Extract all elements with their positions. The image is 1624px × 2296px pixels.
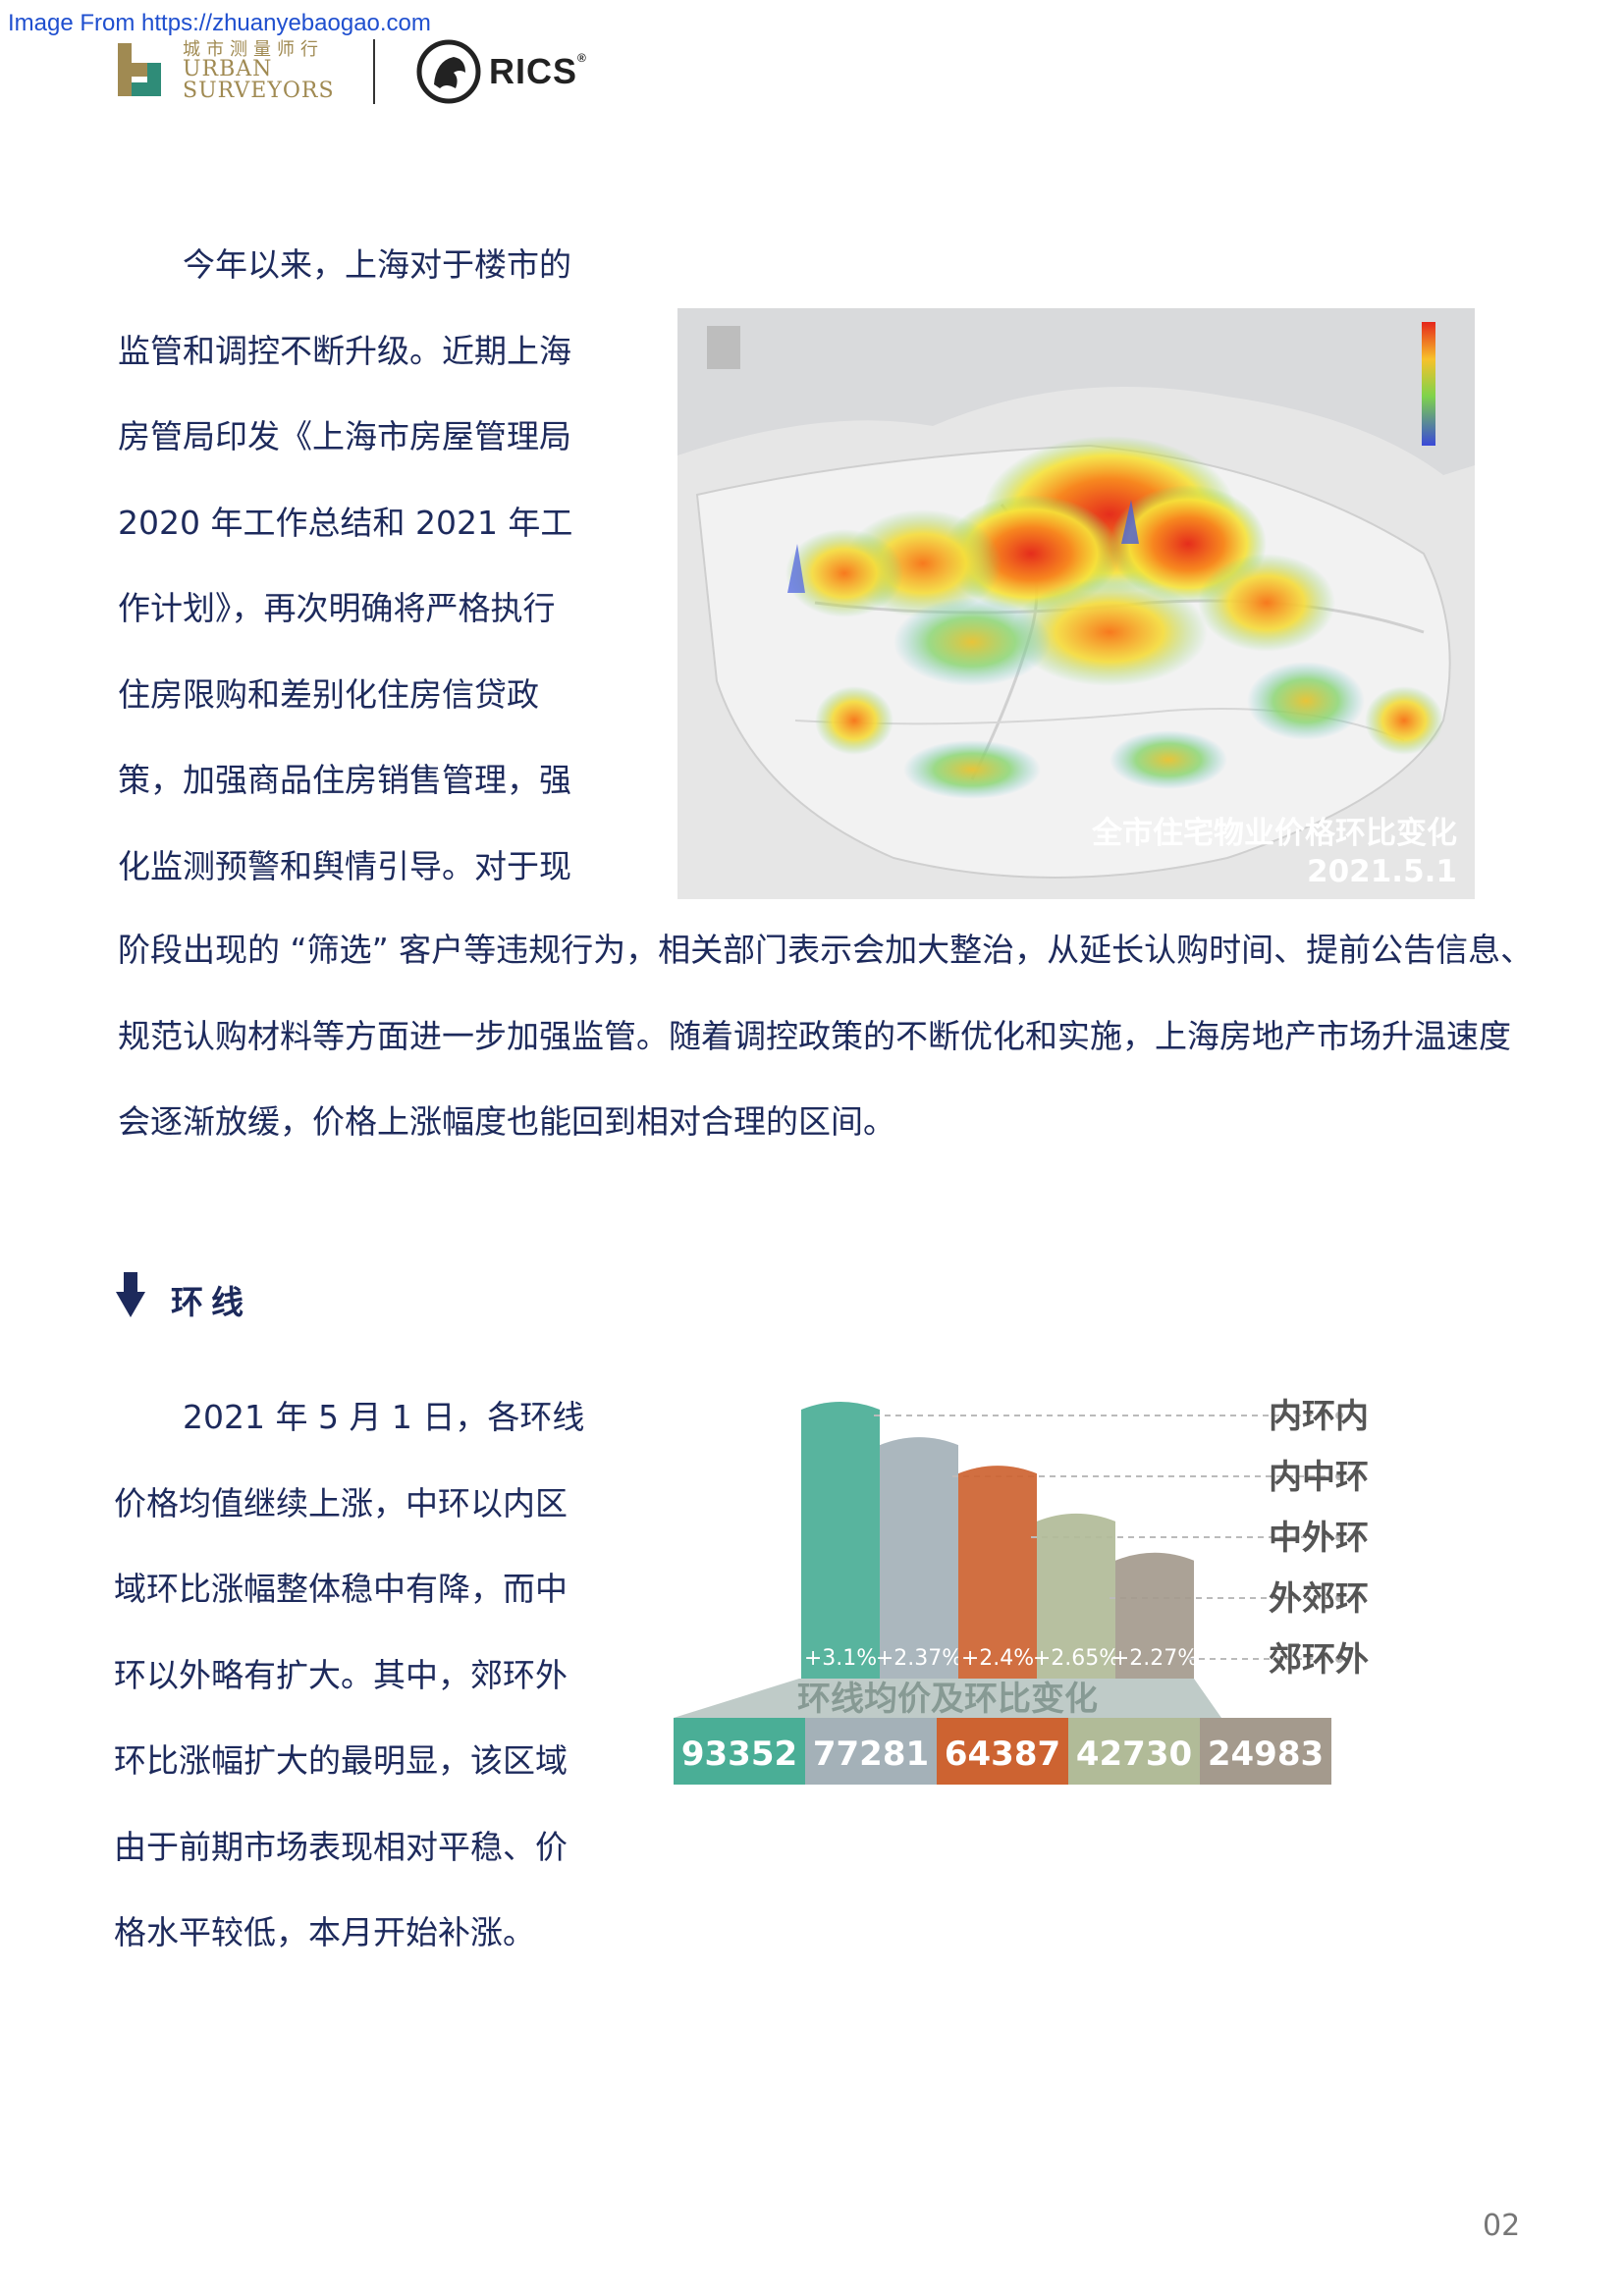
intro-line: 房管局印发《上海市房屋管理局 — [118, 417, 571, 455]
intro-line: 化监测预警和舆情引导。对于现 — [118, 846, 571, 885]
ring-line: 格水平较低，本月开始补涨。 — [114, 1913, 535, 1951]
price-heatmap-image: 全市住宅物业价格环比变化 2021.5.1 — [677, 308, 1475, 899]
mom-change-label: +2.4% — [961, 1646, 1034, 1671]
price-value: 93352 — [681, 1735, 797, 1774]
rics-registered: ® — [577, 51, 587, 65]
source-url: Image From https://zhuanyebaogao.com — [8, 10, 431, 36]
logo-divider — [373, 39, 375, 104]
price-value: 24983 — [1208, 1735, 1324, 1774]
arrow-down-icon — [116, 1272, 145, 1317]
intro-full-line: 规范认购材料等方面进一步加强监管。随着调控政策的不断优化和实施，上海房地产市场升… — [118, 1016, 1511, 1055]
intro-line: 2020 年工作总结和 2021 年工 — [118, 503, 573, 542]
intro-line: 作计划》，再次明确将严格执行 — [118, 589, 556, 627]
mom-change-label: +2.65% — [1033, 1646, 1119, 1671]
legend-label: 郊环外 — [1269, 1640, 1369, 1680]
legend-label: 外郊环 — [1269, 1579, 1369, 1619]
intro-full-line: 阶段出现的 “筛选” 客户等违规行为，相关部门表示会加大整治，从延长认购时间、提… — [118, 931, 1534, 969]
rics-lion-icon — [416, 39, 481, 104]
legend-label: 内中环 — [1269, 1458, 1369, 1497]
intro-line: 策，加强商品住房销售管理，强 — [118, 761, 571, 799]
intro-line: 住房限购和差别化住房信贷政 — [118, 674, 539, 714]
intro-line: 监管和调控不断升级。近期上海 — [118, 331, 571, 370]
ring-line: 由于前期市场表现相对平稳、价 — [114, 1827, 568, 1866]
intro-line: 今年以来，上海对于楼市的 — [183, 245, 571, 284]
ring-line: 环以外略有扩大。其中，郊环外 — [114, 1655, 568, 1694]
mom-change-label: +2.37% — [876, 1646, 962, 1671]
intro-full-line: 会逐渐放缓，价格上涨幅度也能回到相对合理的区间。 — [118, 1102, 895, 1141]
mom-change-label: +3.1% — [804, 1646, 877, 1671]
intro-paragraph: 今年以来，上海对于楼市的 监管和调控不断升级。近期上海 房管局印发《上海市房屋管… — [118, 222, 572, 909]
ring-line: 环比涨幅扩大的最明显，该区域 — [114, 1741, 568, 1780]
legend-label: 中外环 — [1269, 1519, 1369, 1558]
price-value: 42730 — [1076, 1735, 1192, 1774]
ring-price-chart: +3.1%+2.37%+2.4%+2.65%+2.27% 环线均价及环比变化933… — [674, 1397, 1369, 1785]
rics-name: RICS — [489, 51, 578, 91]
ring-bar — [880, 1437, 958, 1679]
ring-line: 2021 年 5 月 1 日，各环线 — [183, 1398, 585, 1436]
intro-paragraph-continued: 阶段出现的 “筛选” 客户等违规行为，相关部门表示会加大整治，从延长认购时间、提… — [118, 907, 1533, 1165]
logo-english-name: URBAN SURVEYORS — [183, 59, 335, 102]
map-title: 全市住宅物业价格环比变化 — [1092, 816, 1457, 851]
logo-english-line1: URBAN — [183, 57, 273, 81]
chart-title: 环线均价及环比变化 — [797, 1680, 1098, 1719]
page-number: 02 — [1483, 2209, 1521, 2243]
logo-english-line2: SURVEYORS — [183, 79, 335, 103]
ring-bar — [801, 1402, 880, 1679]
rics-logo-text: RICS® — [489, 51, 587, 92]
ring-line: 域环比涨幅整体稳中有降，而中 — [114, 1570, 568, 1608]
ring-roads-paragraph: 2021 年 5 月 1 日，各环线 价格均值继续上涨，中环以内区 域环比涨幅整… — [114, 1374, 584, 1976]
legend-label: 内环内 — [1269, 1397, 1369, 1436]
ring-line: 价格均值继续上涨，中环以内区 — [114, 1483, 568, 1522]
price-value: 64387 — [945, 1735, 1060, 1774]
section-title: 环线 — [171, 1283, 251, 1321]
map-date: 2021.5.1 — [1307, 854, 1457, 889]
mom-change-label: +2.27% — [1111, 1646, 1198, 1671]
price-value: 77281 — [813, 1735, 929, 1774]
urban-surveyors-logo-icon — [118, 43, 161, 96]
